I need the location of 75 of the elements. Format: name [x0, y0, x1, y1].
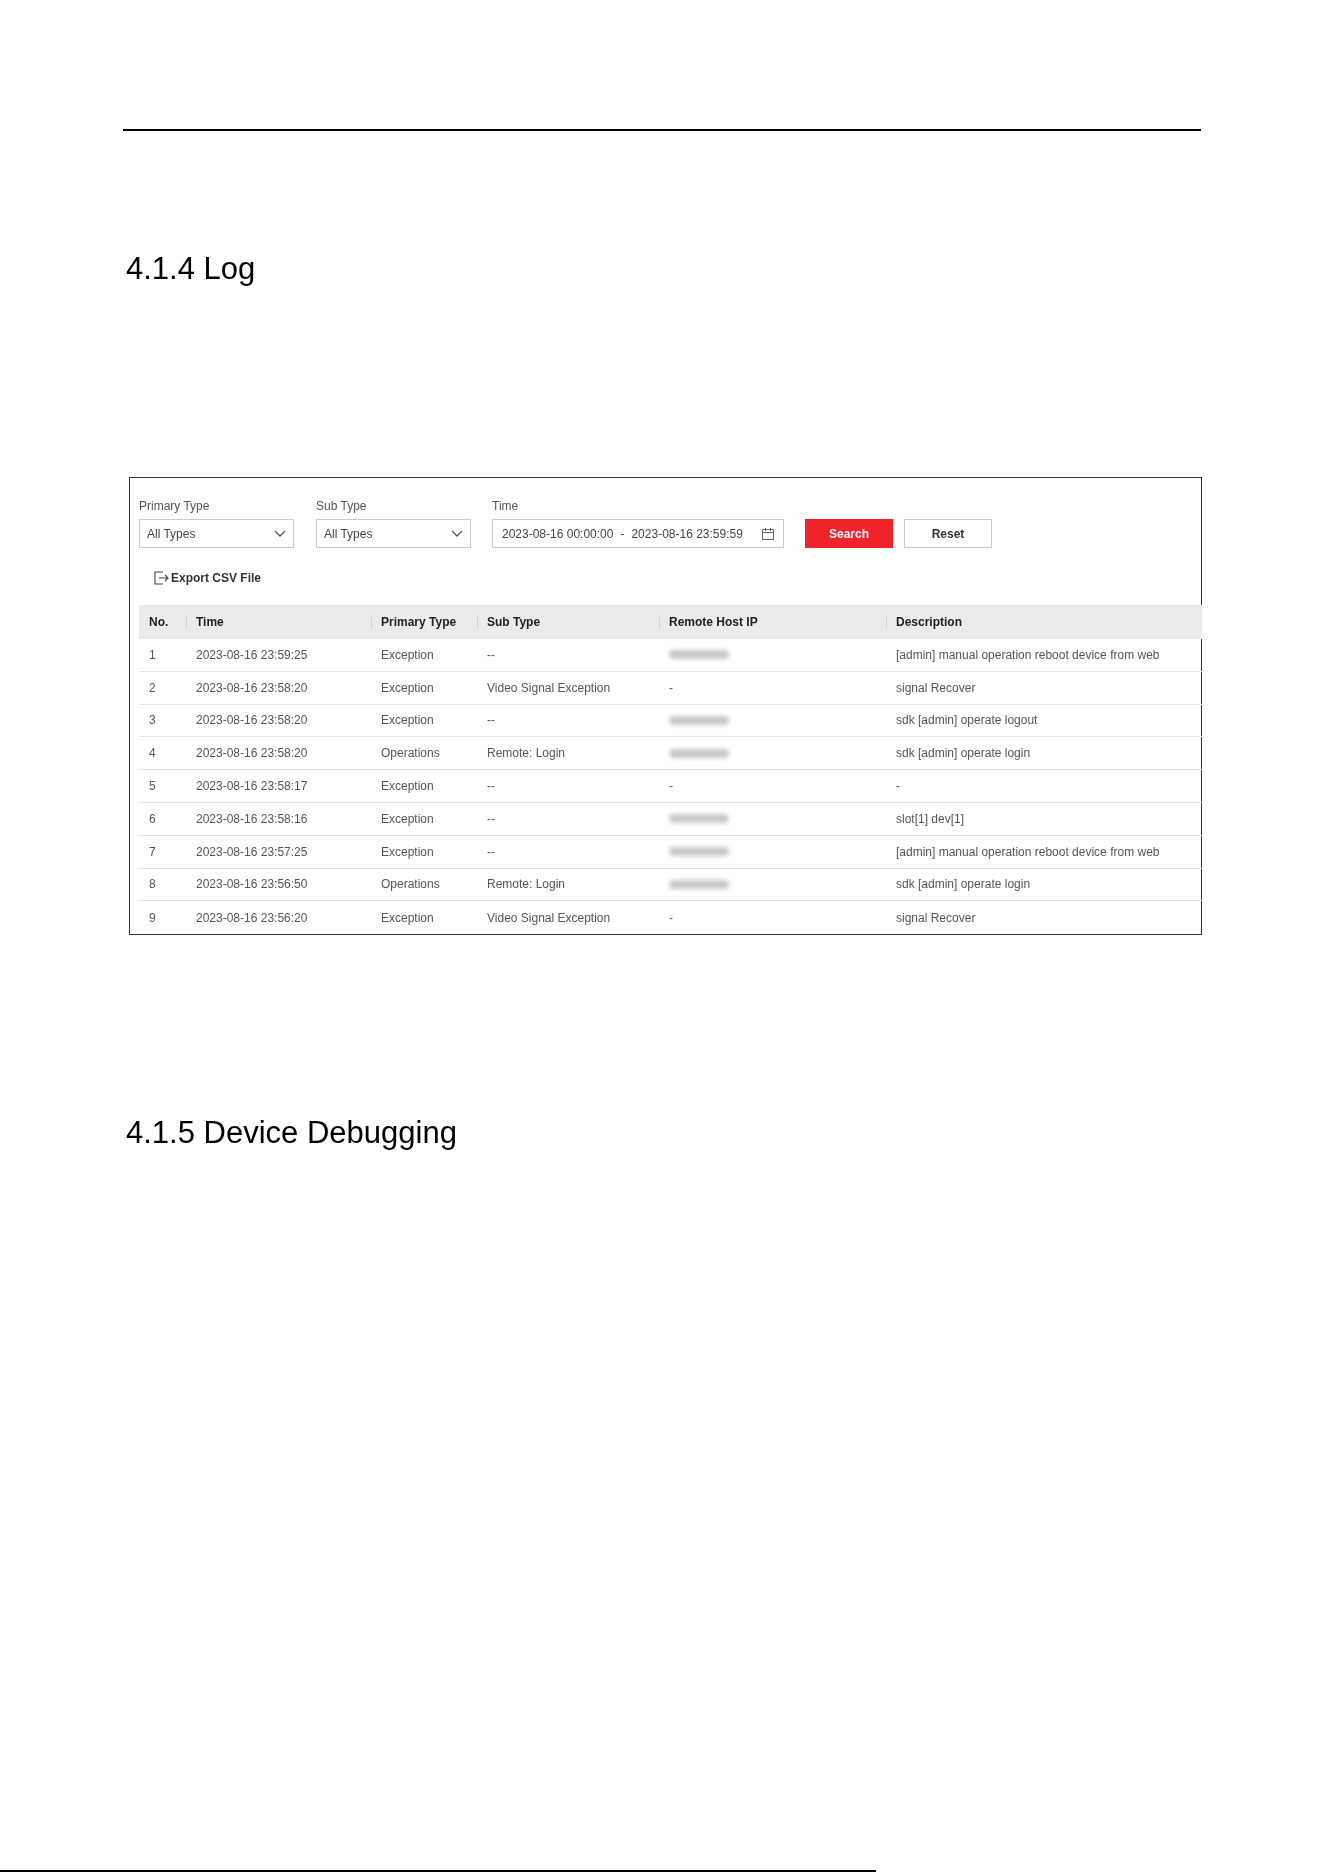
column-header: Description: [896, 614, 962, 631]
table-cell-text: -: [669, 778, 673, 796]
column-header: No.: [148, 614, 169, 631]
table-cell-text: Exception: [381, 843, 434, 861]
table-cell-text: 2023-08-16 23:58:16: [196, 810, 308, 828]
column-header: Primary Type: [381, 614, 457, 631]
table-cell-text: 2023-08-16 23:58:17: [196, 778, 308, 796]
blurred-ip: [669, 748, 729, 758]
table-cell-text: 2023-08-16 23:58:20: [196, 745, 308, 763]
table-cell-text: Exception: [381, 909, 434, 927]
reset-button[interactable]: Reset: [904, 519, 992, 548]
table-cell-text: signal Recover: [896, 909, 976, 927]
table-cell-text: 5: [149, 778, 156, 796]
column-header: Time: [196, 614, 224, 631]
search-button[interactable]: Search: [805, 519, 893, 548]
table-cell-text: Exception: [381, 712, 434, 730]
export-csv-button[interactable]: Export CSV File: [154, 569, 262, 587]
table-cell-text: Exception: [381, 810, 434, 828]
table-cell-text: Operations: [381, 745, 440, 763]
chevron-down-icon: [274, 529, 286, 538]
table-cell-text: 7: [149, 843, 156, 861]
date-range-field[interactable]: 2023-08-16 00:00:00 - 2023-08-16 23:59:59: [492, 519, 784, 548]
table-cell-text: 2023-08-16 23:58:20: [196, 679, 308, 697]
blurred-ip: [669, 879, 729, 889]
table-cell-text: 8: [149, 876, 156, 894]
table-cell-text: -: [669, 679, 673, 697]
section-heading: 4.1.5 Device Debugging: [126, 1115, 458, 1151]
table-cell-text: Video Signal Exception: [487, 909, 611, 927]
column-header: Remote Host IP: [669, 614, 758, 631]
table-cell-text: 9: [149, 909, 156, 927]
table-cell-text: sdk [admin] operate login: [896, 876, 1031, 894]
table-cell-text: Remote: Login: [487, 745, 566, 763]
table-cell-text: 3: [149, 712, 156, 730]
table-cell-text: --: [487, 810, 495, 828]
export-icon: [154, 571, 169, 585]
type-dropdown[interactable]: All Types: [316, 519, 471, 548]
table-cell-text: signal Recover: [896, 679, 976, 697]
table-cell-text: Exception: [381, 646, 434, 664]
table-cell-text: --: [487, 778, 495, 796]
table-cell-text: 2023-08-16 23:57:25: [196, 843, 308, 861]
table-cell-text: --: [487, 712, 495, 730]
field-label: Primary Type: [139, 499, 211, 513]
column-header: Sub Type: [487, 614, 541, 631]
table-cell-text: 2023-08-16 23:56:50: [196, 876, 308, 894]
table-cell-text: 2: [149, 679, 156, 697]
table-cell-text: Exception: [381, 778, 434, 796]
table-cell-text: sdk [admin] operate login: [896, 745, 1031, 763]
table-cell-text: 2023-08-16 23:56:20: [196, 909, 308, 927]
table-cell-text: slot[1] dev[1]: [896, 810, 965, 828]
table-cell-text: Video Signal Exception: [487, 679, 611, 697]
field-label: Time: [492, 499, 520, 513]
table-cell-text: [admin] manual operation reboot device from web: [896, 646, 1160, 664]
chevron-down-icon: [451, 529, 463, 538]
table-cell-text: --: [487, 646, 495, 664]
section-heading: 4.1.4 Log: [126, 251, 257, 287]
table-cell-text: --: [487, 843, 495, 861]
field-label: Sub Type: [316, 499, 368, 513]
calendar-icon: [762, 527, 774, 540]
type-dropdown[interactable]: All Types: [139, 519, 294, 548]
table-cell-text: Remote: Login: [487, 876, 566, 894]
blurred-ip: [669, 650, 729, 660]
table-cell-text: sdk [admin] operate logout: [896, 712, 1038, 730]
table-cell-text: 4: [149, 745, 156, 763]
table-cell-text: -: [669, 909, 673, 927]
table-cell-text: [admin] manual operation reboot device from web: [896, 843, 1160, 861]
blurred-ip: [669, 716, 729, 725]
table-cell-text: 6: [149, 810, 156, 828]
table-cell-text: Operations: [381, 876, 440, 894]
table-cell-text: 2023-08-16 23:59:25: [196, 646, 308, 664]
table-cell-text: 1: [149, 646, 156, 664]
table-cell-text: -: [896, 778, 900, 796]
blurred-ip: [669, 847, 729, 857]
table-cell-text: Exception: [381, 679, 434, 697]
table-cell-text: 2023-08-16 23:58:20: [196, 712, 308, 730]
blurred-ip: [669, 814, 729, 824]
